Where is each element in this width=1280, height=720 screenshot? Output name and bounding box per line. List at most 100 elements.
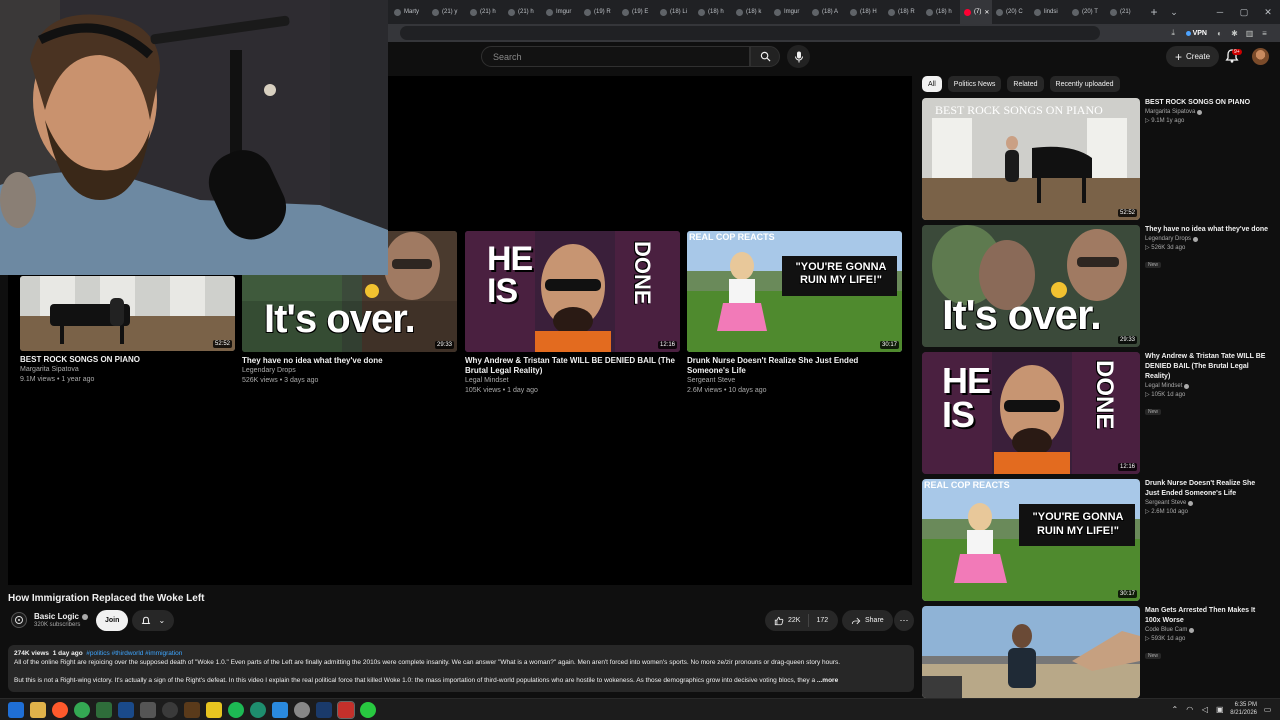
browser-tab[interactable]: Imgur [770, 0, 808, 24]
browser-tab[interactable]: (19) R [580, 0, 618, 24]
chrome-icon[interactable] [74, 702, 90, 718]
recommended-title[interactable]: Man Gets Arrested Then Makes It 100x Wor… [1145, 606, 1270, 626]
end-card-thumbnail[interactable]: REAL COP REACTS "YOU'RE GONNA RUIN MY LI… [687, 231, 902, 352]
dislike-button[interactable]: 172 [809, 617, 828, 624]
browser-tab[interactable]: lindsi [1030, 0, 1068, 24]
account-avatar[interactable] [1252, 48, 1269, 65]
tray-app-icon[interactable]: ▣ [1215, 705, 1224, 714]
end-card-title[interactable]: Why Andrew & Tristan Tate WILL BE DENIED… [465, 356, 680, 376]
browser-tab[interactable]: (21) [1106, 0, 1144, 24]
browser-tab[interactable]: Marty [390, 0, 428, 24]
voice-search-button[interactable] [787, 45, 810, 68]
recommended-thumbnail[interactable]: BEST ROCK SONGS ON PIANO 52:52 [922, 98, 1140, 220]
browser-tab[interactable]: (21) y [428, 0, 466, 24]
recommended-video[interactable]: Man Gets Arrested Then Makes It 100x Wor… [922, 606, 1272, 698]
search-button[interactable] [750, 46, 780, 67]
end-screen-card[interactable]: 52:52 BEST ROCK SONGS ON PIANO Margarita… [20, 276, 235, 385]
chevron-up-icon[interactable]: ⌃ [1170, 705, 1179, 714]
browser-tab-active[interactable]: (7) ✕ [960, 0, 992, 24]
settings-gear-icon[interactable] [294, 702, 310, 718]
tab-close-icon[interactable]: ✕ [984, 9, 989, 16]
game-icon[interactable] [184, 702, 200, 718]
maximize-icon[interactable]: ▢ [1232, 0, 1256, 24]
hashtags[interactable]: #politics #thirdworld #immigration [86, 650, 182, 657]
recommended-thumbnail[interactable]: It's over. 29:33 [922, 225, 1140, 347]
end-screen-card[interactable]: HE IS DONE 12:16 Why Andrew & Tristan Ta… [465, 231, 680, 396]
wifi-icon[interactable]: ◠ [1185, 705, 1194, 714]
end-card-title[interactable]: Drunk Nurse Doesn't Realize She Just End… [687, 356, 902, 376]
recommended-video[interactable]: BEST ROCK SONGS ON PIANO 52:52 BEST ROCK… [922, 98, 1272, 222]
browser-tab[interactable]: (18) h [694, 0, 732, 24]
recommended-title[interactable]: Drunk Nurse Doesn't Realize She Just End… [1145, 479, 1270, 499]
end-screen-card[interactable]: REAL COP REACTS "YOU'RE GONNA RUIN MY LI… [687, 231, 902, 396]
browser-tab[interactable]: Imgur [542, 0, 580, 24]
end-card-title[interactable]: BEST ROCK SONGS ON PIANO [20, 355, 235, 365]
channel-avatar[interactable] [11, 612, 27, 628]
more-actions-button[interactable]: ⋯ [894, 610, 914, 631]
browser-tab[interactable]: (21) h [466, 0, 504, 24]
chip-all[interactable]: All [922, 76, 942, 92]
steam-app-icon[interactable] [316, 702, 332, 718]
menu-icon[interactable]: ≡ [1259, 28, 1270, 39]
recommended-thumbnail[interactable]: REAL COP REACTS "YOU'RE GONNA RUIN MY LI… [922, 479, 1140, 601]
app-icon[interactable] [140, 702, 156, 718]
notifications-icon[interactable]: ▭ [1263, 705, 1272, 714]
firefox-icon[interactable] [52, 702, 68, 718]
speaker-icon[interactable]: ◁ [1200, 705, 1209, 714]
share-button[interactable]: Share [842, 610, 893, 631]
download-icon[interactable]: ⤓ [1168, 28, 1179, 39]
minecraft-icon[interactable] [96, 702, 112, 718]
extensions-icon[interactable]: ✱ [1229, 28, 1240, 39]
end-card-thumbnail[interactable]: 52:52 [20, 276, 235, 351]
sidebar-icon[interactable]: ▥ [1244, 28, 1255, 39]
obs-icon[interactable] [162, 702, 178, 718]
end-card-thumbnail[interactable]: HE IS DONE 12:16 [465, 231, 680, 352]
recommended-title[interactable]: They have no idea what they've done [1145, 225, 1270, 235]
browser-tab[interactable]: (18) Li [656, 0, 694, 24]
address-bar[interactable] [400, 26, 1100, 40]
wallet-icon[interactable]: ◐ [1214, 28, 1225, 39]
steam-icon[interactable] [118, 702, 134, 718]
browser-tab[interactable]: (21) h [504, 0, 542, 24]
join-button[interactable]: Join [96, 610, 129, 631]
spotify-icon[interactable] [228, 702, 244, 718]
recommended-video[interactable]: REAL COP REACTS "YOU'RE GONNA RUIN MY LI… [922, 479, 1272, 603]
subscribed-button[interactable]: ⌄ [132, 610, 174, 631]
minimize-icon[interactable]: ─ [1208, 0, 1232, 24]
channel-name[interactable]: Basic Logic [34, 612, 88, 621]
youtube-browser-icon[interactable] [337, 701, 355, 719]
chip-politics-news[interactable]: Politics News [947, 76, 1002, 92]
create-button[interactable]: + Create [1166, 46, 1220, 67]
browser-tab[interactable]: (18) h [922, 0, 960, 24]
browser-tab[interactable]: (20) T [1068, 0, 1106, 24]
new-tab-button[interactable]: + [1144, 0, 1164, 24]
windows-start-icon[interactable] [8, 702, 24, 718]
file-explorer-icon[interactable] [30, 702, 46, 718]
recommended-video[interactable]: It's over. 29:33 They have no idea what … [922, 225, 1272, 349]
tab-list-chevron-icon[interactable]: ⌄ [1164, 0, 1184, 24]
browser-tab[interactable]: (18) k [732, 0, 770, 24]
warning-app-icon[interactable] [206, 702, 222, 718]
xbox-icon[interactable] [360, 702, 376, 718]
browser-tab[interactable]: (18) H [846, 0, 884, 24]
browser-tab[interactable]: (18) A [808, 0, 846, 24]
like-button[interactable]: 22K [765, 614, 810, 627]
browser-tab[interactable]: (20) C [992, 0, 1030, 24]
clock[interactable]: 6:35 PM 8/21/2026 [1230, 701, 1257, 717]
show-more-link[interactable]: ...more [817, 677, 838, 684]
recommended-title[interactable]: BEST ROCK SONGS ON PIANO [1145, 98, 1270, 108]
search-input[interactable] [482, 47, 749, 67]
chip-related[interactable]: Related [1007, 76, 1044, 92]
notepad-icon[interactable] [272, 702, 288, 718]
recommended-thumbnail[interactable] [922, 606, 1140, 698]
edge-icon[interactable] [250, 702, 266, 718]
close-window-icon[interactable]: ✕ [1256, 0, 1280, 24]
end-card-title[interactable]: They have no idea what they've done [242, 356, 457, 366]
recommended-title[interactable]: Why Andrew & Tristan Tate WILL BE DENIED… [1145, 352, 1270, 382]
browser-tab[interactable]: (19) E [618, 0, 656, 24]
recommended-video[interactable]: HE IS DONE 12:16 Why Andrew & Tristan Ta… [922, 352, 1272, 476]
recommended-thumbnail[interactable]: HE IS DONE 12:16 [922, 352, 1140, 474]
vpn-badge[interactable]: VPN [1183, 30, 1210, 37]
chip-recently-uploaded[interactable]: Recently uploaded [1049, 76, 1120, 92]
browser-tab[interactable]: (18) R [884, 0, 922, 24]
